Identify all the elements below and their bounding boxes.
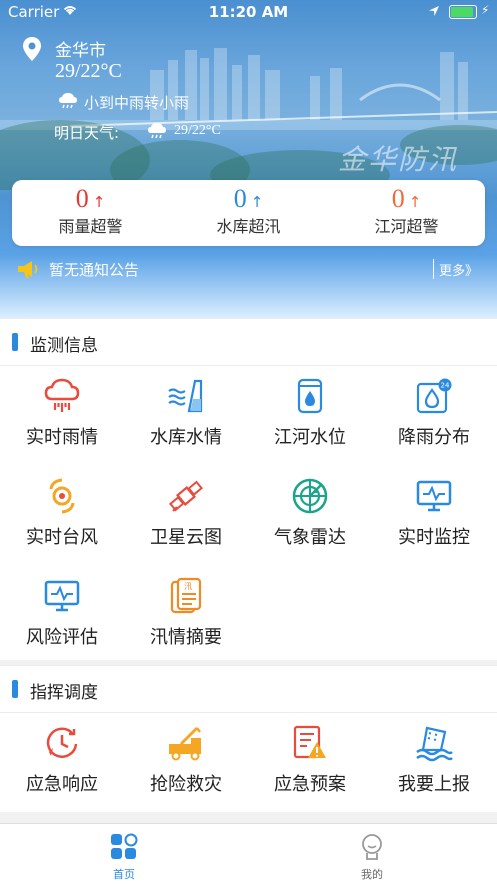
reservoir-alarm[interactable]: 0 ↑ 水库超汛 bbox=[170, 184, 327, 237]
alarm-label: 江河超警 bbox=[374, 217, 439, 236]
grid-item-realtime-rain[interactable]: 实时雨情 bbox=[0, 365, 124, 463]
grid-item-river-level[interactable]: 江河水位 bbox=[248, 365, 372, 463]
notice-bar: 暂无通知公告 更多》 bbox=[0, 254, 497, 284]
emergency-plan-icon bbox=[293, 725, 326, 759]
grid-item-flood-summary[interactable]: 汛 汛情摘要 bbox=[124, 565, 248, 663]
river-alarm[interactable]: 0 ↑ 江河超警 bbox=[328, 184, 485, 237]
water-level-icon bbox=[297, 378, 323, 414]
home-grid-icon bbox=[111, 833, 138, 859]
user-profile-icon bbox=[362, 834, 382, 860]
reservoir-icon bbox=[168, 379, 203, 413]
grid-item-satellite[interactable]: 卫星云图 bbox=[124, 465, 248, 563]
grid-item-rainfall-distribution[interactable]: 24 降雨分布 bbox=[372, 365, 496, 463]
grid-item-label: 应急预案 bbox=[274, 774, 346, 795]
grid-item-emergency-plan[interactable]: 应急预案 bbox=[248, 712, 372, 810]
notice-text: 暂无通知公告 bbox=[49, 261, 140, 279]
grid-item-reservoir[interactable]: 水库水情 bbox=[124, 365, 248, 463]
alarm-count: 0 bbox=[75, 184, 89, 213]
location-pin-icon bbox=[23, 37, 41, 61]
grid-item-label: 汛情摘要 bbox=[150, 627, 222, 648]
current-temperature: 29/22°C bbox=[55, 60, 122, 82]
satellite-icon bbox=[168, 480, 204, 512]
tomorrow-rain-icon bbox=[148, 123, 166, 139]
grid-item-label: 实时监控 bbox=[398, 527, 470, 548]
grid-item-rescue[interactable]: 抢险救灾 bbox=[124, 712, 248, 810]
grid-item-typhoon[interactable]: 实时台风 bbox=[0, 465, 124, 563]
grid-item-emergency-response[interactable]: 应急响应 bbox=[0, 712, 124, 810]
rain-cloud-weather-icon bbox=[59, 93, 77, 109]
up-arrow-icon: ↑ bbox=[250, 193, 264, 211]
status-bar: Carrier 11:20 AM ⚡ bbox=[0, 0, 497, 24]
tab-bar: 首页 我的 bbox=[0, 823, 497, 884]
typhoon-icon bbox=[49, 478, 75, 514]
battery-icon bbox=[449, 5, 477, 19]
flood-summary-icon: 汛 bbox=[170, 577, 202, 614]
alarm-summary-card: 0 ↑ 雨量超警 0 ↑ 水库超汛 0 ↑ 江河超警 bbox=[12, 180, 485, 246]
grid-item-label: 降雨分布 bbox=[398, 427, 470, 448]
section-accent-bar bbox=[12, 333, 18, 351]
grid-item-label: 实时台风 bbox=[26, 527, 98, 548]
hero-header: Carrier 11:20 AM ⚡ 金华市 29/22°C 小到中雨转小雨 明… bbox=[0, 0, 497, 318]
tomorrow-temperature: 29/22°C bbox=[174, 123, 221, 138]
tab-label: 我的 bbox=[361, 868, 383, 881]
grid-item-label: 江河水位 bbox=[274, 427, 346, 448]
alarm-count: 0 bbox=[391, 184, 405, 213]
radar-icon bbox=[292, 478, 328, 514]
alarm-count: 0 bbox=[233, 184, 247, 213]
megaphone-icon bbox=[18, 261, 38, 278]
monitor-icon bbox=[416, 480, 452, 512]
rescue-truck-icon bbox=[169, 726, 201, 761]
alarm-label: 水库超汛 bbox=[216, 217, 281, 236]
weather-condition: 小到中雨转小雨 bbox=[84, 94, 190, 112]
svg-text:汛: 汛 bbox=[184, 582, 192, 591]
section-monitor-header: 监测信息 bbox=[0, 318, 497, 366]
up-arrow-icon: ↑ bbox=[408, 193, 422, 211]
up-arrow-icon: ↑ bbox=[92, 193, 106, 211]
grid-item-label: 气象雷达 bbox=[274, 527, 346, 548]
section-title: 监测信息 bbox=[30, 336, 98, 356]
tab-label: 首页 bbox=[113, 868, 135, 881]
grid-item-radar[interactable]: 气象雷达 bbox=[248, 465, 372, 563]
grid-item-report[interactable]: 我要上报 bbox=[372, 712, 496, 810]
grid-item-label: 卫星云图 bbox=[150, 527, 222, 548]
grid-item-realtime-monitor[interactable]: 实时监控 bbox=[372, 465, 496, 563]
more-link[interactable]: 更多》 bbox=[439, 260, 478, 279]
tab-home[interactable]: 首页 bbox=[0, 824, 248, 884]
grid-item-risk-assessment[interactable]: 风险评估 bbox=[0, 565, 124, 663]
section-command-header: 指挥调度 bbox=[0, 665, 497, 713]
notice-divider bbox=[433, 259, 434, 279]
grid-item-label: 应急响应 bbox=[26, 774, 98, 795]
alarm-label: 雨量超警 bbox=[58, 217, 123, 236]
clock: 11:20 AM bbox=[208, 3, 289, 21]
brand-watermark: 金华防汛 bbox=[338, 143, 459, 176]
section-accent-bar bbox=[12, 680, 18, 698]
rain-cloud-icon bbox=[44, 378, 80, 412]
city-name: 金华市 bbox=[55, 41, 106, 61]
svg-text:24: 24 bbox=[441, 382, 450, 390]
rain-alarm[interactable]: 0 ↑ 雨量超警 bbox=[12, 184, 169, 237]
grid-item-label: 抢险救灾 bbox=[150, 774, 222, 795]
rainfall-distribution-icon: 24 bbox=[416, 378, 452, 414]
grid-item-label: 水库水情 bbox=[150, 427, 222, 448]
grid-item-label: 我要上报 bbox=[398, 774, 470, 795]
section-title: 指挥调度 bbox=[30, 683, 98, 703]
grid-item-label: 风险评估 bbox=[26, 627, 98, 648]
tomorrow-label: 明日天气: bbox=[54, 124, 120, 142]
emergency-response-icon bbox=[46, 727, 78, 758]
grid-item-label: 实时雨情 bbox=[26, 427, 98, 448]
tab-mine[interactable]: 我的 bbox=[248, 824, 496, 884]
section-divider bbox=[0, 812, 497, 823]
report-flood-icon bbox=[416, 726, 453, 762]
charging-icon: ⚡ bbox=[481, 3, 490, 17]
location-arrow-icon bbox=[429, 6, 439, 16]
risk-assessment-icon bbox=[44, 580, 80, 612]
